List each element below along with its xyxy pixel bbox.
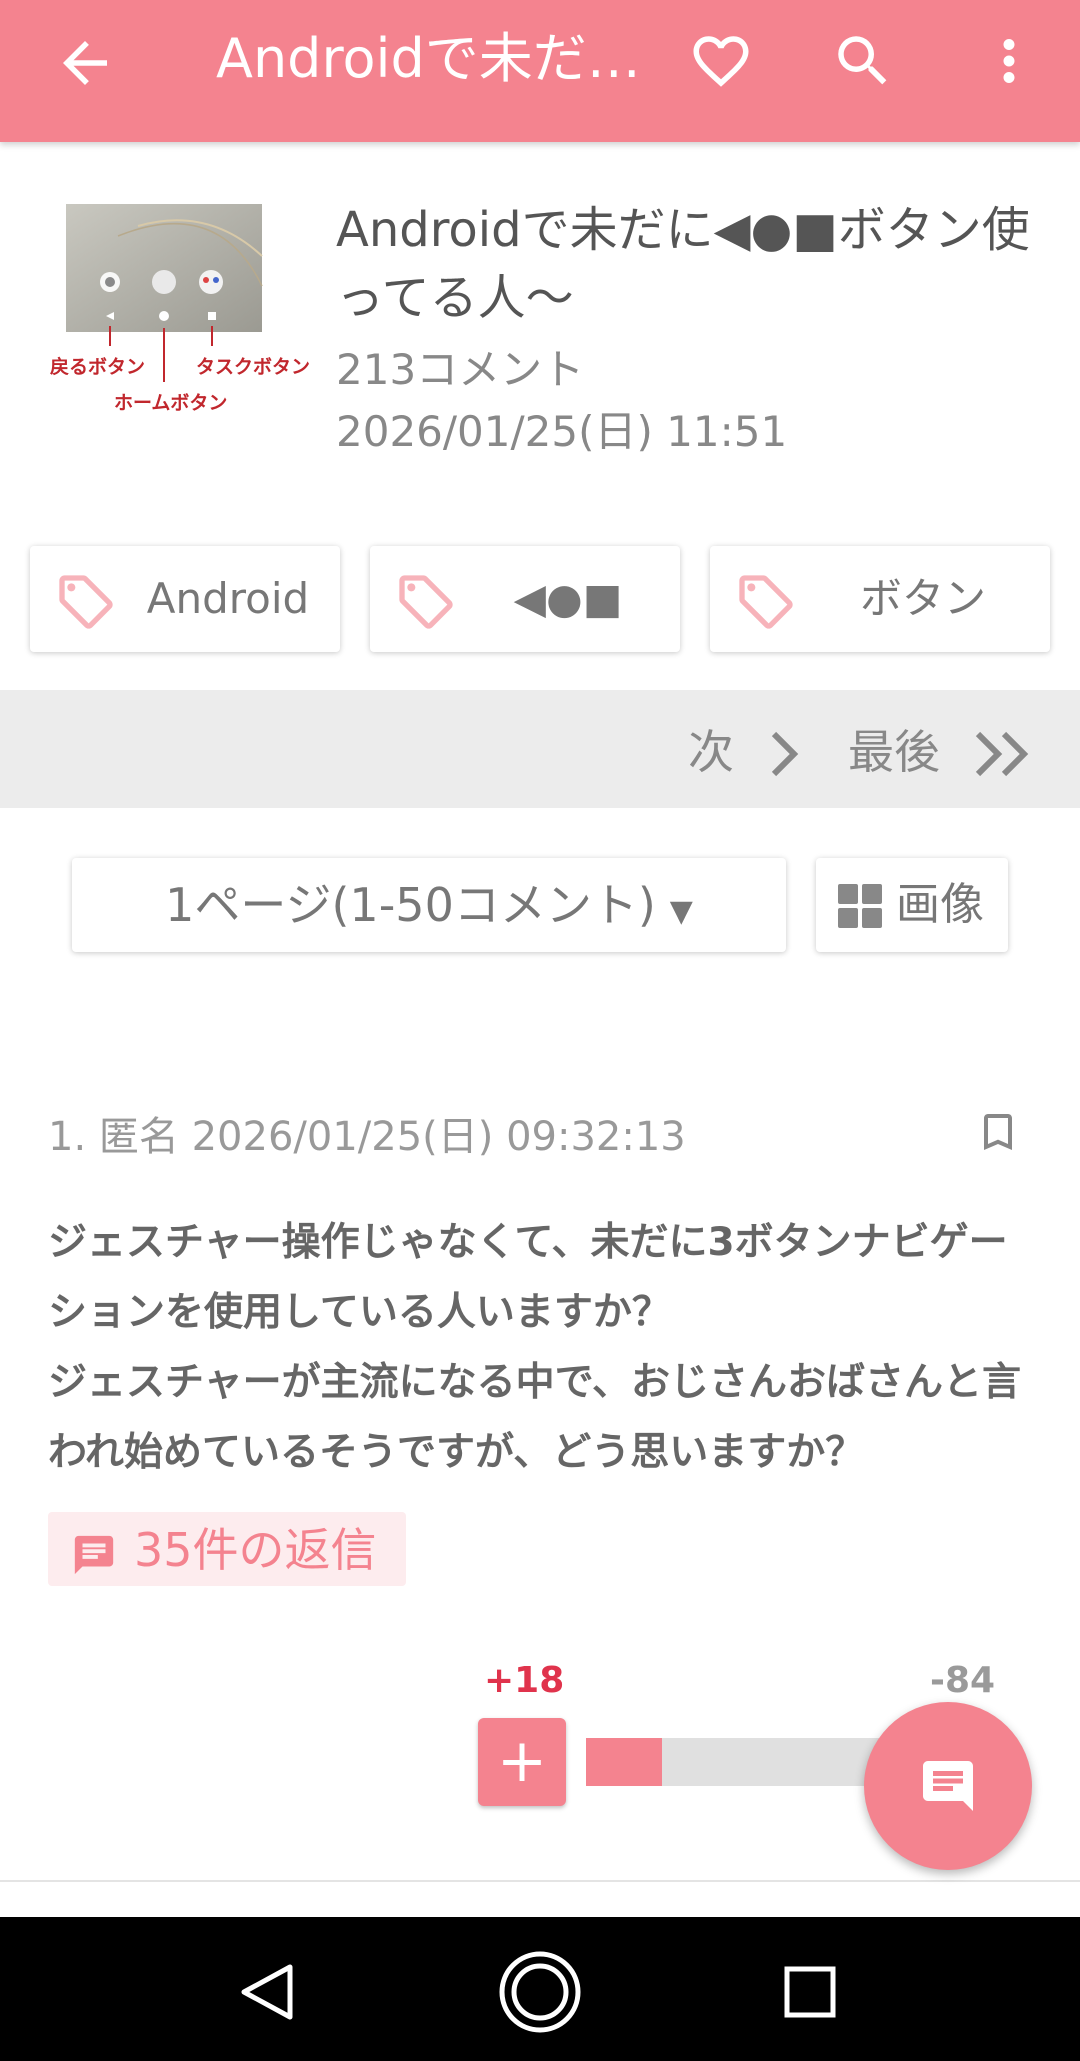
app-bar-title: Androidで未だに◀●■ボタン使ってる人〜 xyxy=(216,27,646,90)
pager-bar: 次 最後 xyxy=(0,690,1080,808)
tag-android[interactable]: Android xyxy=(30,546,340,652)
thumbnail-label-back: 戻るボタン xyxy=(50,356,146,378)
minus-vote-count: -84 xyxy=(930,1660,996,1701)
comment-fab-button[interactable] xyxy=(864,1702,1032,1870)
dropdown-arrow-icon: ▼ xyxy=(669,894,693,929)
grid-icon xyxy=(838,884,882,928)
comment-meta: 1. 匿名 2026/01/25(日) 09:32:13 xyxy=(48,1114,686,1160)
tag-label: Android xyxy=(146,574,310,623)
tag-label: ◀●■ xyxy=(513,574,623,623)
article-thumbnail[interactable]: 戻るボタン タスクボタン ホームボタン xyxy=(48,196,310,426)
tag-buttons-symbols[interactable]: ◀●■ xyxy=(370,546,680,652)
page-select-value: 1ページ(1-50コメント) xyxy=(165,878,656,932)
article-comment-count: 213コメント xyxy=(336,345,585,394)
nav-home-icon[interactable] xyxy=(495,1947,585,2037)
plus-vote-count: +18 xyxy=(484,1660,565,1701)
tag-button[interactable]: ボタン xyxy=(710,546,1050,652)
system-navigation-bar xyxy=(0,1917,1080,2061)
more-vert-icon[interactable] xyxy=(976,28,1042,94)
app-bar: Androidで未だに◀●■ボタン使ってる人〜 xyxy=(0,0,1080,142)
page-select[interactable]: 1ページ(1-50コメント) ▼ xyxy=(72,858,786,952)
tag-icon xyxy=(54,570,118,634)
chat-icon xyxy=(70,1532,118,1578)
nav-recents-icon[interactable] xyxy=(765,1947,855,2037)
heart-icon[interactable] xyxy=(688,28,754,94)
plus-vote-button[interactable]: + xyxy=(478,1718,566,1806)
search-icon[interactable] xyxy=(830,28,896,94)
nav-back-icon[interactable] xyxy=(222,1947,312,2037)
vote-ratio-fill xyxy=(586,1738,662,1786)
comment-body: ジェスチャー操作じゃなくて、未だに3ボタンナビゲーションを使用している人いますか… xyxy=(48,1220,1022,1475)
tag-icon xyxy=(734,570,798,634)
replies-button[interactable]: 35件の返信 xyxy=(48,1512,406,1586)
double-chevron-right-icon[interactable] xyxy=(970,726,1036,782)
chevron-right-icon[interactable] xyxy=(760,726,810,782)
image-view-button[interactable]: 画像 xyxy=(816,858,1008,952)
tag-label: ボタン xyxy=(859,574,986,623)
bookmark-icon[interactable] xyxy=(974,1108,1022,1156)
tag-icon xyxy=(394,570,458,634)
comment-icon xyxy=(916,1756,980,1816)
arrow-back-icon[interactable] xyxy=(52,30,118,96)
thumbnail-label-home: ホームボタン xyxy=(114,392,228,414)
next-page-link[interactable]: 次 xyxy=(688,716,734,782)
last-page-link[interactable]: 最後 xyxy=(848,716,940,782)
article-date: 2026/01/25(日) 11:51 xyxy=(336,407,788,456)
divider xyxy=(0,1880,1080,1882)
image-view-label: 画像 xyxy=(896,879,984,930)
replies-label: 35件の返信 xyxy=(134,1523,377,1577)
article-title: Androidで未だに◀●■ボタン使ってる人〜 xyxy=(336,202,1030,326)
thumbnail-label-task: タスクボタン xyxy=(196,356,311,378)
